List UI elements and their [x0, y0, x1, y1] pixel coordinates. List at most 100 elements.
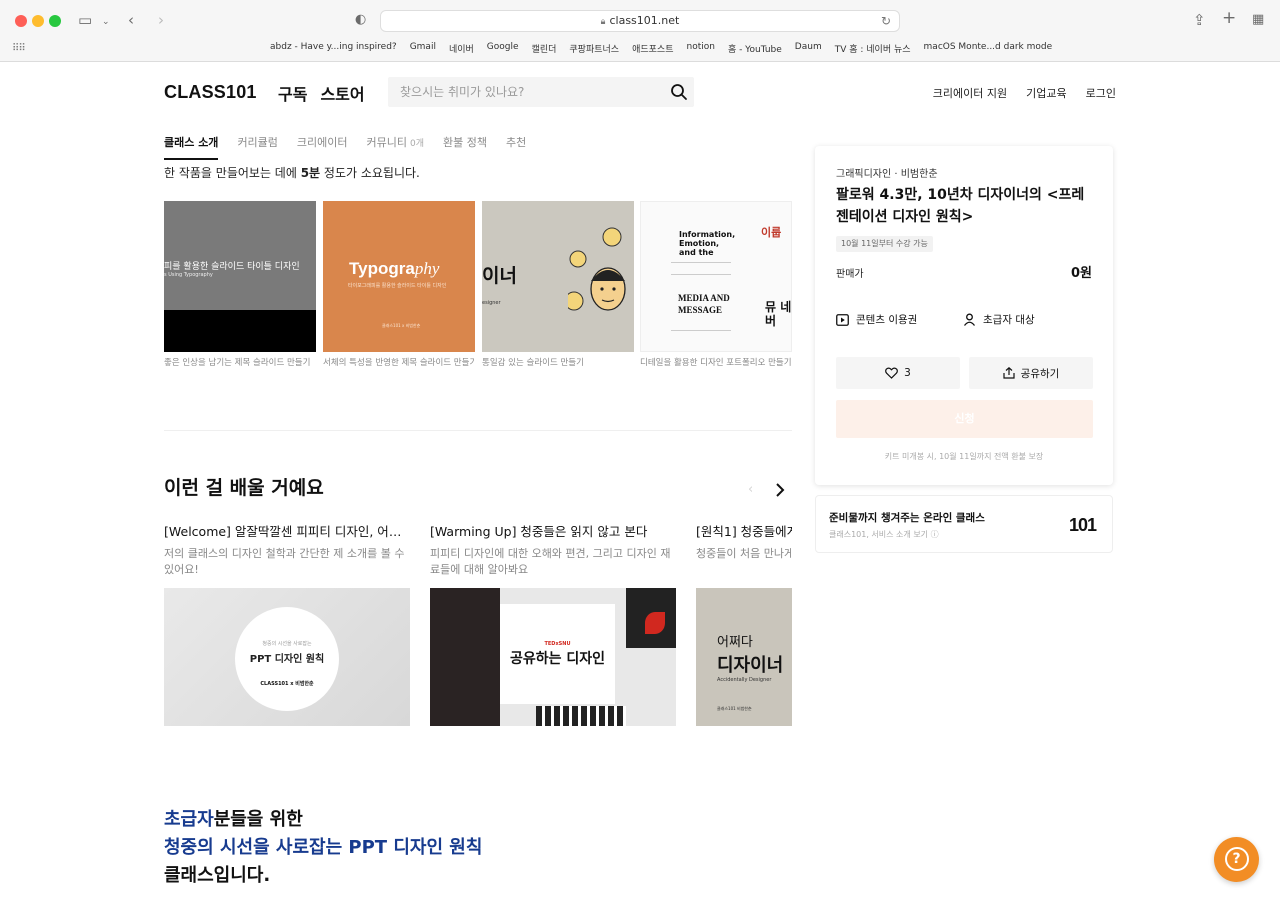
share-button[interactable]: 공유하기 [969, 357, 1093, 389]
bookmark-item[interactable]: Daum [795, 42, 822, 55]
bookmark-item[interactable]: notion [686, 42, 714, 55]
forward-arrow-icon[interactable]: › [158, 10, 164, 30]
lesson-desc: 피피티 디자인에 대한 오해와 편견, 그리고 디자인 재료들에 대해 알아봐요 [430, 547, 671, 576]
nav-login[interactable]: 로그인 [1086, 85, 1116, 101]
class101-logo[interactable]: CLASS101 [164, 82, 257, 103]
lesson-image-circle: 청중의 시선을 사로잡는 PPT 디자인 원칙 CLASS101 x 비범한춘 [235, 607, 339, 711]
lesson-desc: 저의 클래스의 디자인 철학과 간단한 제 소개를 볼 수 있어요! [164, 547, 405, 576]
refund-note: 키트 미개봉 시, 10월 11일까지 전액 환불 보장 [884, 452, 1044, 461]
bookmark-item[interactable]: 쿠팡파트너스 [569, 42, 619, 55]
lesson-title: [원칙1] 청중들에게 ... [696, 524, 792, 539]
lesson-image: 청중의 시선을 사로잡는 PPT 디자인 원칙 CLASS101 x 비범한춘 [164, 588, 410, 726]
tab-community[interactable]: 커뮤니티 0개 [367, 134, 425, 160]
lesson-card[interactable]: [원칙1] 청중들에게 ... 청중들이 처음 만나게 되는 통일감의 중요성!… [696, 521, 792, 726]
lesson-image-top: 청중의 시선을 사로잡는 [262, 641, 312, 647]
intro-after: 정도가 소요됩니다. [320, 166, 420, 180]
chevron-down-icon[interactable]: ⌄ [102, 12, 110, 32]
gallery-image-sub: s Using Typography [164, 272, 213, 278]
heart-icon [885, 367, 899, 379]
gallery-item[interactable]: 이너 esigner 통일감 있는 슬라이드 만들기 [482, 201, 634, 368]
class-category[interactable]: 그래픽디자인 · 비범한춘 [836, 165, 938, 180]
gallery-caption: 통일감 있는 슬라이드 만들기 [482, 358, 584, 368]
zoom-window-button[interactable] [49, 15, 61, 27]
lesson-card[interactable]: [Warming Up] 청중들은 읽지 않고 본다 피피티 디자인에 대한 오… [430, 521, 676, 726]
main-nav: 구독 스토어 [278, 81, 365, 105]
feature-content-label: 콘텐츠 이용권 [856, 314, 918, 326]
right-nav: 크리에이터 지원 기업교육 로그인 [933, 85, 1116, 101]
help-button[interactable]: ? [1214, 837, 1259, 882]
tab-creator[interactable]: 크리에이터 [297, 134, 348, 160]
apply-button[interactable]: 신청 [836, 400, 1093, 438]
tab-recommend[interactable]: 추천 [506, 134, 526, 160]
nav-store[interactable]: 스토어 [320, 81, 364, 105]
reload-icon[interactable]: ↻ [881, 11, 891, 31]
gallery-image-rule [671, 262, 731, 263]
url-text: class101.net [609, 14, 680, 27]
gallery-image: 피를 활용한 슬라이드 타이틀 디자인 s Using Typography [164, 201, 316, 352]
nav-enterprise[interactable]: 기업교육 [1026, 85, 1066, 101]
promo-highlight: 초급자 [164, 809, 214, 830]
feature-level-label: 초급자 대상 [983, 314, 1035, 326]
browser-toolbar: ▭ ⌄ ‹ › ◐ 🔒︎ class101.net ↻ ⇪ + ▦ ⠿⠿ abdz… [0, 0, 1280, 62]
gallery-caption: 좋은 인상을 남기는 제목 슬라이드 만들기 [164, 358, 311, 368]
tab-intro[interactable]: 클래스 소개 [164, 134, 219, 160]
section-title: 이런 걸 배울 거예요 [164, 477, 324, 499]
search-box [388, 77, 694, 107]
gallery-image-rule [671, 330, 731, 331]
nav-subscribe[interactable]: 구독 [278, 81, 307, 105]
lesson-card[interactable]: [Welcome] 알잘딱깔센 피피티 디자인, 어렵지 ... 저의 클래스의… [164, 521, 410, 726]
bookmarks-bar: ⠿⠿ abdz - Have y...ing inspired? Gmail 네이버… [0, 40, 1280, 58]
chevron-left-icon[interactable]: ‹ [748, 482, 753, 497]
intro-text: 한 작품을 만들어보는 데에 5분 정도가 소요됩니다. [164, 164, 420, 181]
bookmarks-grid-icon[interactable]: ⠿⠿ [12, 43, 26, 54]
gallery-image-sub: esigner [482, 300, 501, 306]
gallery-image: 이너 esigner [482, 201, 634, 352]
tab-curriculum[interactable]: 커리큘럼 [237, 134, 277, 160]
nav-creator-support[interactable]: 크리에이터 지원 [933, 85, 1007, 101]
back-arrow-icon[interactable]: ‹ [128, 10, 134, 30]
search-input[interactable] [388, 77, 658, 107]
new-tab-icon[interactable]: + [1222, 8, 1236, 28]
lesson-image-logo: CLASS101 x 비범한춘 [260, 681, 314, 687]
bookmark-item[interactable]: 네이버 [449, 42, 474, 55]
feature-level: 초급자 대상 [963, 312, 1035, 327]
feature-content: 콘텐츠 이용권 [836, 312, 917, 327]
gallery-image-title: 피를 활용한 슬라이드 타이틀 디자인 [164, 262, 300, 272]
share-icon[interactable]: ⇪ [1193, 10, 1206, 30]
bookmark-item[interactable]: 홈 - YouTube [728, 42, 782, 55]
minimize-window-button[interactable] [32, 15, 44, 27]
url-bar[interactable]: 🔒︎ class101.net ↻ [380, 10, 900, 32]
lesson-image-a: 어쩌다 [717, 635, 753, 650]
close-window-button[interactable] [15, 15, 27, 27]
lesson-image-strip [536, 706, 626, 726]
bookmark-item[interactable]: 애드포스트 [632, 42, 673, 55]
bookmark-item[interactable]: macOS Monte...d dark mode [924, 42, 1053, 55]
user-icon [963, 313, 976, 326]
bookmark-item[interactable]: TV 홈 : 네이버 뉴스 [835, 42, 911, 55]
gallery-image: Information, Emotion, and the MEDIA AND … [640, 201, 792, 352]
bookmark-item[interactable]: Google [487, 42, 519, 55]
gallery-image-sub: MEDIA AND MESSAGE [678, 293, 730, 315]
shield-icon[interactable]: ◐ [355, 10, 366, 30]
start-date-badge: 10월 11일부터 수강 가능 [836, 236, 933, 252]
bookmark-item[interactable]: abdz - Have y...ing inspired? [270, 42, 397, 55]
bookmark-item[interactable]: Gmail [410, 42, 436, 55]
gallery-item[interactable]: Typography 타이포그래피를 활용한 슬라이드 타이틀 디자인 클래스1… [323, 201, 475, 368]
chevron-right-icon[interactable] [772, 482, 788, 498]
tab-refund[interactable]: 환불 정책 [443, 134, 487, 160]
site-header: CLASS101 구독 스토어 크리에이터 지원 기업교육 로그인 [0, 62, 1280, 122]
bookmark-item[interactable]: 캘린더 [532, 42, 557, 55]
gallery-image-side: 뮤 네버 [765, 300, 792, 328]
gallery-item[interactable]: Information, Emotion, and the MEDIA AND … [640, 201, 792, 368]
gallery-item[interactable]: 피를 활용한 슬라이드 타이틀 디자인 s Using Typography 좋… [164, 201, 316, 368]
search-icon[interactable] [670, 83, 688, 101]
service-intro-sub: 클래스101, 서비스 소개 보기 [829, 530, 929, 539]
gallery-image-band [164, 310, 316, 352]
help-circle-icon: ⓘ [930, 530, 939, 539]
tab-community-count: 0개 [410, 139, 425, 149]
tab-overview-icon[interactable]: ▦ [1252, 10, 1264, 30]
service-intro-link[interactable]: 클래스101, 서비스 소개 보기 ⓘ [829, 529, 939, 540]
sidebar-toggle-icon[interactable]: ▭ [78, 10, 92, 30]
like-button[interactable]: 3 [836, 357, 960, 389]
service-intro-card[interactable]: 준비물까지 챙겨주는 온라인 클래스 클래스101, 서비스 소개 보기 ⓘ 1… [815, 495, 1113, 553]
